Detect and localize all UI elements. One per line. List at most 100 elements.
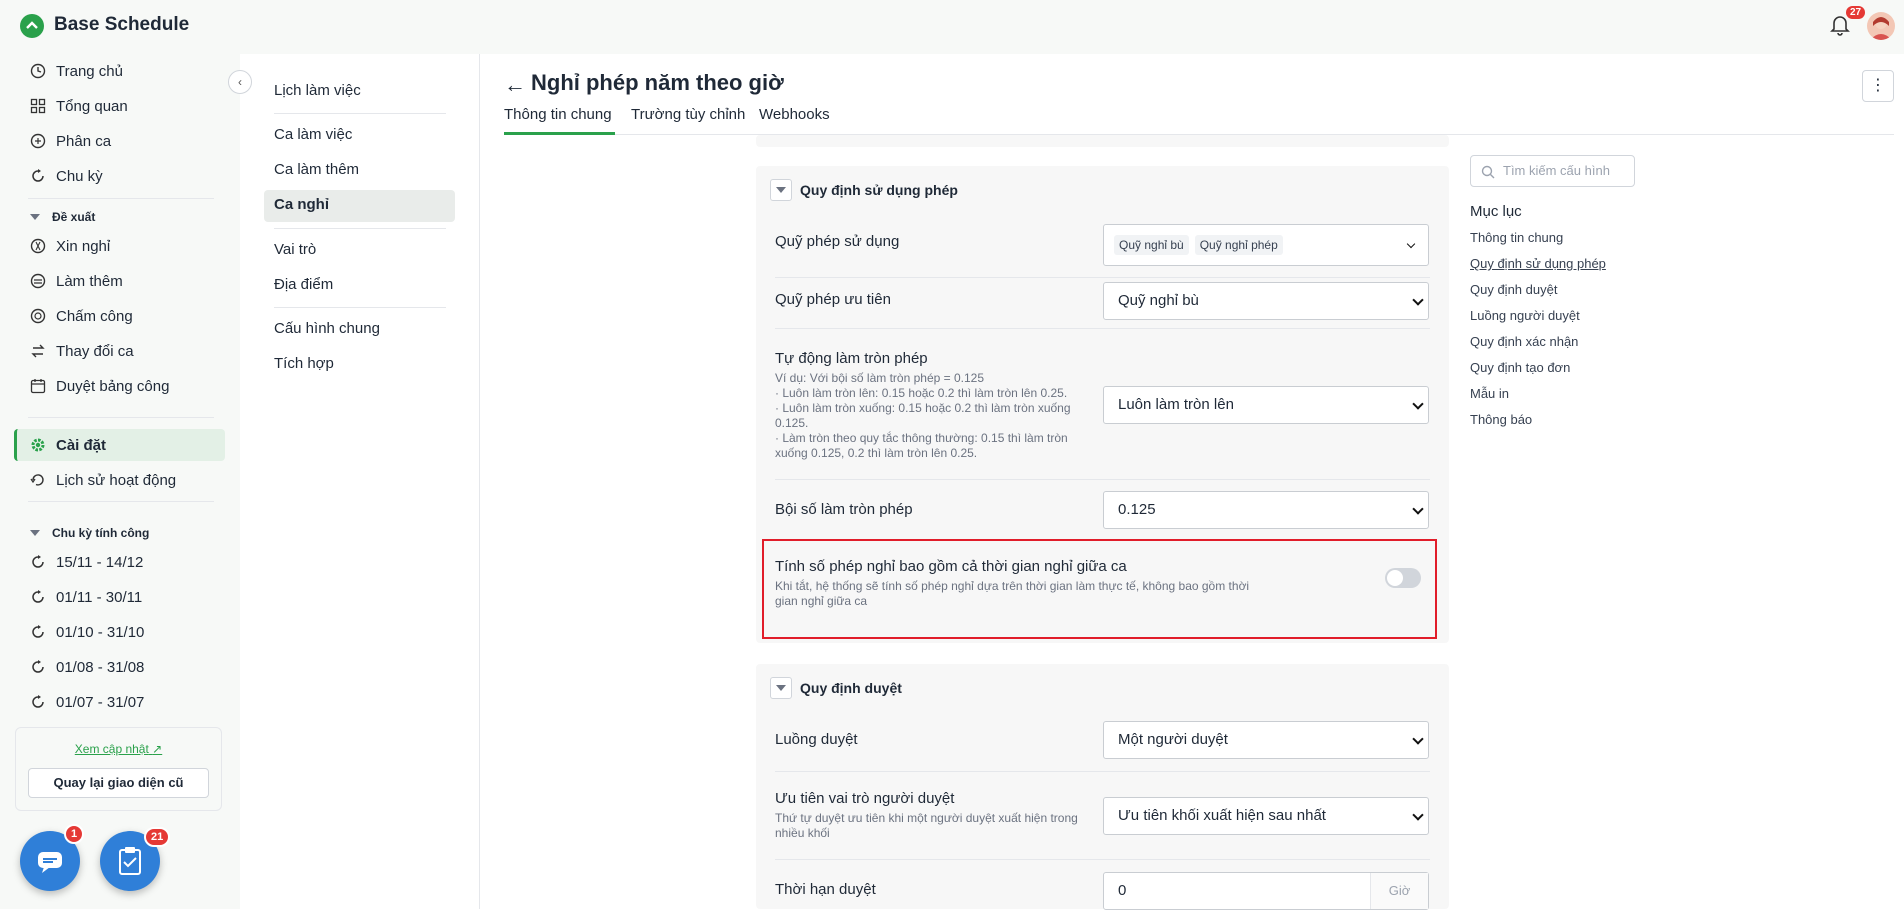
- usage-rules-header[interactable]: Quy định sử dụng phép: [770, 179, 958, 201]
- role-label: Ưu tiên vai trò người duyệt: [775, 790, 955, 807]
- sidebar-cycle-item[interactable]: 01/10 - 31/10: [30, 618, 144, 646]
- chevron-down-icon: [30, 530, 40, 536]
- round-desc-line: xuống 0.125, 0.2 thì làm tròn lên 0.25.: [775, 446, 978, 460]
- more-options-icon[interactable]: ⋮: [1862, 70, 1894, 102]
- toc-item[interactable]: Quy định tạo đơn: [1470, 360, 1570, 375]
- break-toggle[interactable]: [1385, 568, 1421, 588]
- toc-item[interactable]: Thông tin chung: [1470, 230, 1563, 245]
- fund-multiselect[interactable]: Quỹ nghỉ bù Quỹ nghỉ phép: [1103, 224, 1429, 266]
- subnav-item[interactable]: Tích hợp: [274, 355, 334, 372]
- sidebar-item-label: Phân ca: [56, 132, 112, 150]
- fund-chip: Quỹ nghỉ phép: [1194, 235, 1283, 255]
- page-title: Nghỉ phép năm theo giờ: [531, 70, 784, 95]
- collapse-caret-icon[interactable]: [770, 677, 792, 699]
- toc-item[interactable]: Quy định xác nhận: [1470, 334, 1578, 349]
- old-ui-button[interactable]: Quay lại giao diện cũ: [28, 768, 209, 798]
- priority-select[interactable]: Quỹ nghỉ bù: [1103, 282, 1429, 320]
- sidebar-item-overview[interactable]: Tổng quan: [30, 92, 128, 120]
- approval-rules-header[interactable]: Quy định duyệt: [770, 677, 902, 699]
- search-icon: [1481, 165, 1495, 179]
- sidebar-item-change-shift[interactable]: Thay đổi ca: [30, 337, 134, 365]
- task-badge: 21: [144, 827, 171, 847]
- round-desc-line: 0.125.: [775, 416, 809, 430]
- tab-general[interactable]: Thông tin chung: [504, 106, 612, 123]
- sidebar-item-cycle[interactable]: Chu kỳ: [30, 162, 103, 190]
- search-placeholder: Tìm kiếm cấu hình: [1503, 163, 1610, 178]
- update-link[interactable]: Xem cập nhật ↗: [16, 742, 221, 756]
- subnav-item[interactable]: Địa điểm: [274, 276, 333, 293]
- app-title: Base Schedule: [54, 14, 190, 35]
- round-select[interactable]: Luôn làm tròn lên: [1103, 386, 1429, 424]
- subnav-item-active[interactable]: Ca nghỉ: [274, 196, 329, 213]
- fingerprint-icon: [30, 308, 46, 324]
- history-icon: [30, 472, 46, 488]
- sidebar-item-approve-timesheet[interactable]: Duyệt bảng công: [30, 372, 169, 400]
- toc-item[interactable]: Luồng người duyệt: [1470, 308, 1580, 323]
- toc-item[interactable]: Quy định duyệt: [1470, 282, 1557, 297]
- sidebar-item-settings[interactable]: Cài đặt: [30, 431, 106, 459]
- flow-label: Luồng duyệt: [775, 731, 858, 748]
- subnav-item[interactable]: Ca làm việc: [274, 126, 352, 143]
- sidebar-cycle-item[interactable]: 15/11 - 14/12: [30, 548, 143, 576]
- role-select[interactable]: Ưu tiên khối xuất hiện sau nhất: [1103, 797, 1429, 835]
- row-divider: [775, 771, 1430, 772]
- row-divider: [775, 328, 1430, 329]
- role-desc-line: Thứ tự duyệt ưu tiên khi một người duyệt…: [775, 811, 1078, 825]
- cycle-icon: [30, 694, 46, 710]
- deadline-unit: Giờ: [1370, 873, 1428, 909]
- cycle-icon: [30, 589, 46, 605]
- update-box: Xem cập nhật ↗ Quay lại giao diện cũ: [15, 727, 222, 811]
- update-link-label: Xem cập nhật: [74, 742, 149, 756]
- section-title: Quy định duyệt: [800, 680, 902, 696]
- sidebar-cycle-item[interactable]: 01/08 - 31/08: [30, 653, 144, 681]
- flow-select[interactable]: Một người duyệt: [1103, 721, 1429, 759]
- gear-icon: [30, 437, 46, 453]
- round-desc-line: · Làm tròn theo quy tắc thông thường: 0.…: [775, 431, 1068, 445]
- deadline-input[interactable]: 0 Giờ: [1103, 872, 1429, 910]
- subnav-divider: [274, 307, 446, 308]
- chevron-down-icon: [1412, 503, 1424, 515]
- chevron-down-icon: [1412, 809, 1424, 821]
- sidebar-item-shifts[interactable]: Phân ca: [30, 127, 111, 155]
- sidebar-item-timekeeping[interactable]: Chấm công: [30, 302, 133, 330]
- sidebar-cycle-item[interactable]: 01/11 - 30/11: [30, 583, 142, 611]
- collapse-caret-icon[interactable]: [770, 179, 792, 201]
- sidebar-section-cycles[interactable]: Chu kỳ tính công: [30, 526, 149, 540]
- round-desc-line: · Luôn làm tròn lên: 0.15 hoặc 0.2 thì l…: [775, 386, 1068, 400]
- notification-badge: 27: [1846, 6, 1866, 19]
- row-divider: [775, 859, 1430, 860]
- tab-webhooks[interactable]: Webhooks: [759, 106, 830, 123]
- sidebar-item-label: Trang chủ: [56, 62, 123, 80]
- subnav-item[interactable]: Vai trò: [274, 241, 316, 258]
- sidebar-section-proposal[interactable]: Đề xuất: [30, 210, 95, 224]
- tab-custom-fields[interactable]: Trường tùy chỉnh: [631, 106, 745, 123]
- deadline-label: Thời hạn duyệt: [775, 881, 876, 898]
- toc-item-active[interactable]: Quy định sử dụng phép: [1470, 256, 1606, 271]
- external-link-icon: ↗: [152, 742, 163, 756]
- multiple-select[interactable]: 0.125: [1103, 491, 1429, 529]
- subnav-item[interactable]: Lịch làm việc: [274, 82, 361, 99]
- toc-search-input[interactable]: Tìm kiếm cấu hình: [1470, 155, 1635, 187]
- subnav-item[interactable]: Ca làm thêm: [274, 161, 359, 178]
- sidebar-item-label: Chu kỳ: [56, 167, 103, 185]
- sidebar-item-overtime[interactable]: Làm thêm: [30, 267, 123, 295]
- sidebar-cycle-item[interactable]: 01/07 - 31/07: [30, 688, 144, 716]
- settings-subnav: [240, 54, 480, 909]
- previous-section-card: [756, 135, 1449, 147]
- toc-item[interactable]: Mẫu in: [1470, 386, 1509, 401]
- select-value: Luôn làm tròn lên: [1118, 396, 1234, 413]
- chevron-left-icon: ‹: [238, 75, 242, 89]
- chevron-down-icon: [1412, 398, 1424, 410]
- subnav-item[interactable]: Cấu hình chung: [274, 320, 380, 337]
- fund-chip: Quỹ nghỉ bù: [1114, 235, 1189, 255]
- sidebar-item-leave[interactable]: Xin nghỉ: [30, 232, 110, 260]
- round-desc-line: Ví dụ: Với bội số làm tròn phép = 0.125: [775, 371, 984, 385]
- collapse-sidebar-button[interactable]: ‹: [228, 70, 252, 94]
- grid-icon: [30, 98, 46, 114]
- avatar[interactable]: [1867, 12, 1895, 40]
- back-arrow-icon[interactable]: ←: [504, 72, 526, 98]
- sidebar-item-home[interactable]: Trang chủ: [30, 57, 123, 85]
- sidebar-item-history[interactable]: Lịch sử hoạt động: [30, 466, 176, 494]
- row-divider: [775, 277, 1430, 278]
- toc-item[interactable]: Thông báo: [1470, 412, 1532, 427]
